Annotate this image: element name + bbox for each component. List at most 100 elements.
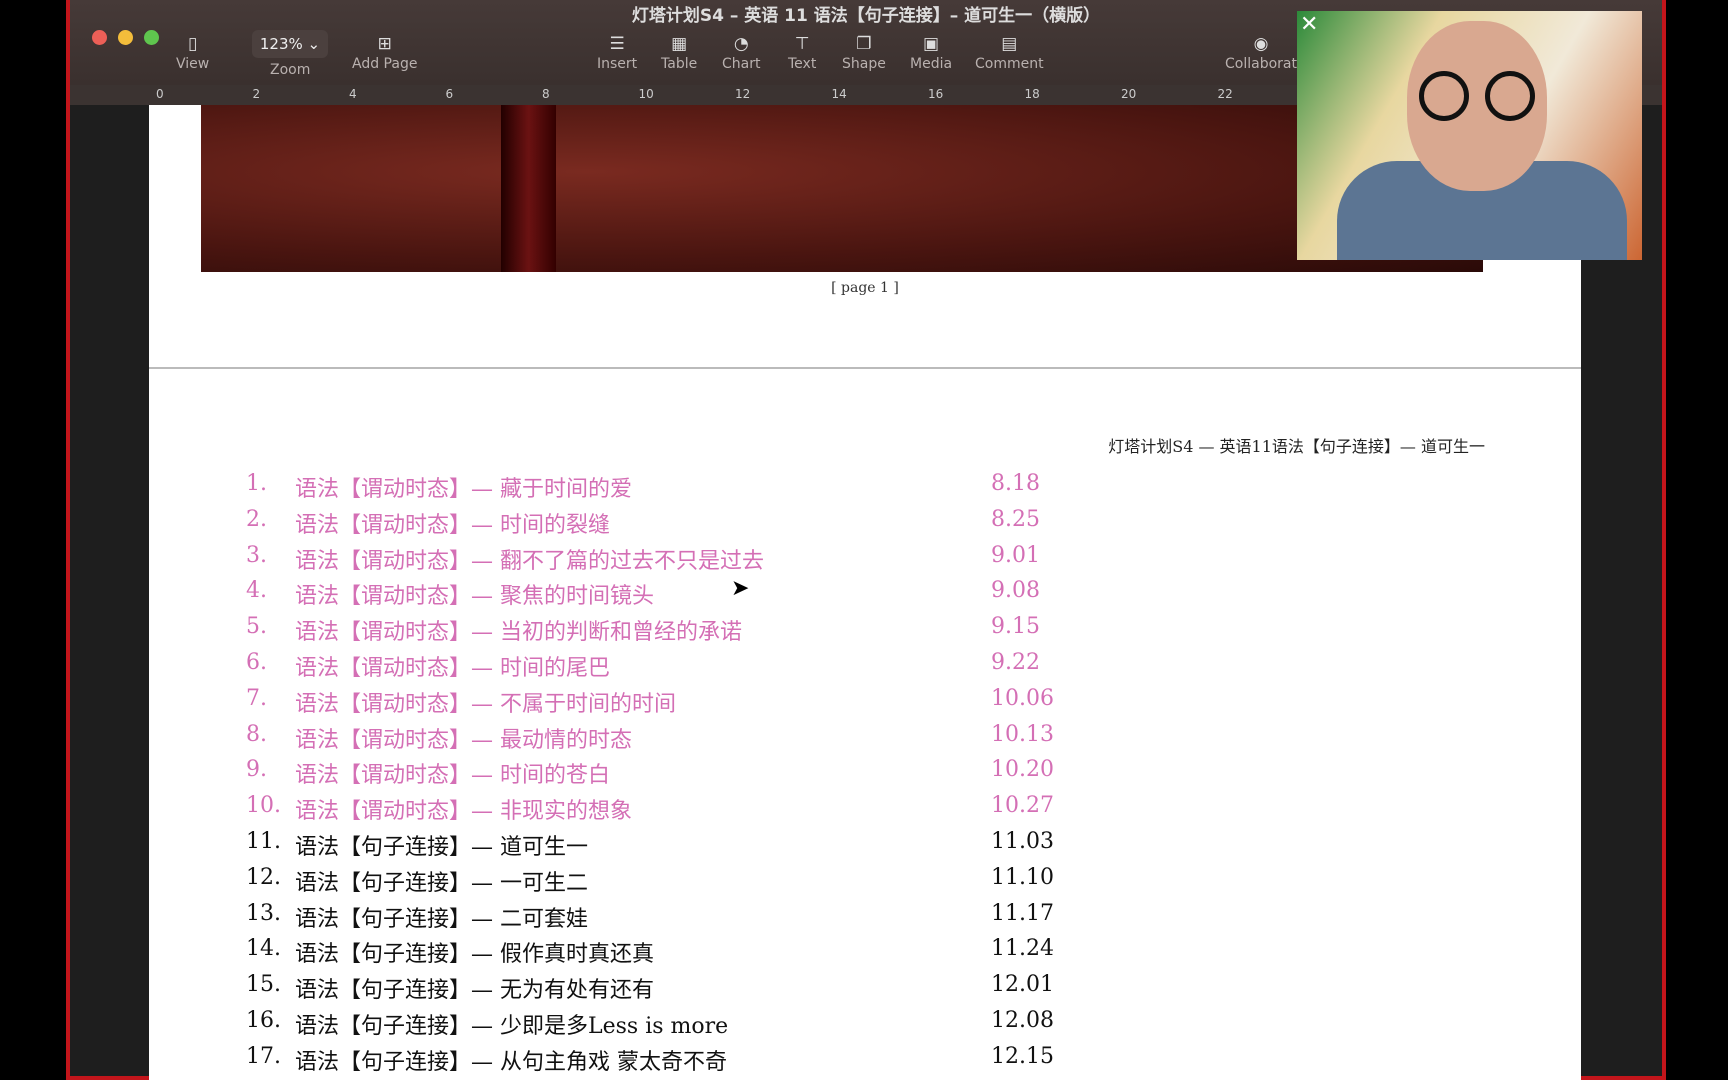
item-number: 2. xyxy=(246,506,267,532)
table-icon: ▦ xyxy=(671,34,688,54)
item-title: 语法【句子连接】— 二可套娃 xyxy=(295,906,588,932)
close-icon[interactable]: ✕ xyxy=(1300,12,1318,37)
view-button[interactable]: ▯ View xyxy=(176,34,209,72)
item-number: 1. xyxy=(246,471,267,496)
list-item: 10. 语法【谓动时态】— 非现实的想象 10.27 xyxy=(149,793,1149,827)
comment-icon: ▤ xyxy=(1001,34,1018,54)
ruler-tick-label: 6 xyxy=(445,87,454,101)
ruler-tick-label: 20 xyxy=(1121,87,1137,101)
chart-button[interactable]: ◔ Chart xyxy=(722,34,760,72)
item-number: 11. xyxy=(246,829,281,854)
ruler-tick-label: 16 xyxy=(928,87,944,101)
page-divider xyxy=(149,367,1581,369)
minimize-window-button[interactable] xyxy=(118,30,133,45)
shape-icon: ❐ xyxy=(856,34,872,54)
table-button[interactable]: ▦ Table xyxy=(661,34,697,72)
item-date: 10.13 xyxy=(991,721,1054,747)
item-date: 11.24 xyxy=(991,936,1054,962)
media-button[interactable]: ▣ Media xyxy=(910,34,952,72)
item-title: 语法【谓动时态】— 当初的判断和曾经的承诺 xyxy=(295,620,742,646)
list-item: 4. 语法【谓动时态】— 聚焦的时间镜头 9.08 xyxy=(149,578,1149,612)
item-date: 12.15 xyxy=(991,1043,1054,1069)
sidebar-icon: ▯ xyxy=(187,34,198,54)
item-number: 5. xyxy=(246,614,267,640)
list-item: 13. 语法【句子连接】— 二可套娃 11.17 xyxy=(149,901,1149,935)
list-item: 14. 语法【句子连接】— 假作真时真还真 11.24 xyxy=(149,936,1149,970)
plus-square-icon: ⊞ xyxy=(377,34,392,54)
ruler-tick-label: 22 xyxy=(1217,87,1233,101)
item-title: 语法【谓动时态】— 时间的尾巴 xyxy=(295,656,610,681)
add-page-button[interactable]: ⊞ Add Page xyxy=(352,34,417,72)
list-item: 15. 语法【句子连接】— 无为有处有还有 12.01 xyxy=(149,972,1149,1006)
ruler-tick-label: 12 xyxy=(735,87,751,101)
list-item: 11. 语法【句子连接】— 道可生一 11.03 xyxy=(149,829,1149,863)
collaborate-icon: ◉ xyxy=(1253,34,1269,54)
item-title: 语法【句子连接】— 假作真时真还真 xyxy=(295,942,654,968)
item-date: 9.15 xyxy=(991,614,1040,640)
item-title: 语法【谓动时态】— 聚焦的时间镜头 xyxy=(295,584,654,610)
insert-button[interactable]: ☰ Insert xyxy=(597,34,637,72)
item-title: 语法【谓动时态】— 不属于时间的时间 xyxy=(295,691,676,717)
item-date: 12.01 xyxy=(991,972,1054,998)
list-item: 17. 语法【句子连接】— 从句主角戏 蒙太奇不奇 12.15 xyxy=(149,1044,1149,1078)
ruler-tick-label: 10 xyxy=(638,87,654,101)
item-number: 17. xyxy=(246,1043,281,1069)
list-item: 6. 语法【谓动时态】— 时间的尾巴 9.22 xyxy=(149,650,1149,684)
close-window-button[interactable] xyxy=(92,30,107,45)
item-date: 9.08 xyxy=(991,578,1040,604)
item-number: 13. xyxy=(246,900,281,926)
item-date: 12.08 xyxy=(991,1008,1054,1033)
page-header: 灯塔计划S4 — 英语11语法【句子连接】— 道可生一 xyxy=(1108,437,1485,456)
lighthouse-image xyxy=(501,105,556,272)
ruler-tick-label: 0 xyxy=(156,87,164,101)
item-date: 11.10 xyxy=(991,864,1054,890)
item-title: 语法【谓动时态】— 非现实的想象 xyxy=(295,799,632,825)
banner-image xyxy=(201,105,1483,272)
text-box-icon: ⊤ xyxy=(794,34,810,54)
image-icon: ▣ xyxy=(923,34,940,54)
list-item: 5. 语法【谓动时态】— 当初的判断和曾经的承诺 9.15 xyxy=(149,614,1149,648)
item-date: 11.03 xyxy=(991,829,1054,854)
item-title: 语法【句子连接】— 少即是多Less is more xyxy=(295,1014,729,1039)
list-item: 2. 语法【谓动时态】— 时间的裂缝 8.25 xyxy=(149,507,1149,541)
item-number: 7. xyxy=(246,685,267,711)
list-item: 12. 语法【句子连接】— 一可生二 11.10 xyxy=(149,865,1149,899)
item-date: 9.01 xyxy=(991,542,1040,568)
page-label: [ page 1 ] xyxy=(831,280,899,296)
webcam-overlay xyxy=(1297,11,1642,260)
item-title: 语法【句子连接】— 无为有处有还有 xyxy=(295,978,654,1004)
ruler-tick-label: 18 xyxy=(1024,87,1040,101)
list-item: 8. 语法【谓动时态】— 最动情的时态 10.13 xyxy=(149,722,1149,756)
comment-button[interactable]: ▤ Comment xyxy=(975,34,1044,72)
item-date: 8.18 xyxy=(991,471,1040,496)
item-title: 语法【谓动时态】— 最动情的时态 xyxy=(295,727,632,753)
ruler-tick-label: 8 xyxy=(542,87,550,101)
zoom-select[interactable]: 123% ⌄ xyxy=(252,30,328,58)
zoom-window-button[interactable] xyxy=(144,30,159,45)
zoom-label: Zoom xyxy=(270,62,311,78)
item-number: 3. xyxy=(246,542,267,568)
pie-chart-icon: ◔ xyxy=(733,34,749,54)
list-item: 7. 语法【谓动时态】— 不属于时间的时间 10.06 xyxy=(149,686,1149,720)
ruler-tick-label: 14 xyxy=(831,87,847,101)
item-number: 12. xyxy=(246,864,281,890)
item-title: 语法【句子连接】— 从句主角戏 蒙太奇不奇 xyxy=(295,1049,727,1075)
list-item: 16. 语法【句子连接】— 少即是多Less is more 12.08 xyxy=(149,1008,1149,1042)
item-title: 语法【谓动时态】— 时间的苍白 xyxy=(295,763,610,789)
item-date: 8.25 xyxy=(991,506,1040,532)
item-number: 15. xyxy=(246,972,281,998)
item-title: 语法【句子连接】— 道可生一 xyxy=(295,835,588,860)
ruler-tick-label: 4 xyxy=(349,87,357,101)
item-number: 14. xyxy=(246,936,281,962)
shape-button[interactable]: ❐ Shape xyxy=(842,34,886,72)
item-date: 10.06 xyxy=(991,685,1054,711)
collaborate-button[interactable]: ◉ Collaborat xyxy=(1225,34,1297,72)
item-number: 6. xyxy=(246,650,267,675)
ruler-tick-label: 2 xyxy=(252,87,261,101)
list-item: 9. 语法【谓动时态】— 时间的苍白 10.20 xyxy=(149,757,1149,791)
item-title: 语法【谓动时态】— 藏于时间的爱 xyxy=(295,477,632,502)
text-button[interactable]: ⊤ Text xyxy=(788,34,816,72)
item-number: 10. xyxy=(246,793,281,819)
item-date: 11.17 xyxy=(991,900,1054,926)
item-title: 语法【谓动时态】— 翻不了篇的过去不只是过去 xyxy=(295,548,764,574)
